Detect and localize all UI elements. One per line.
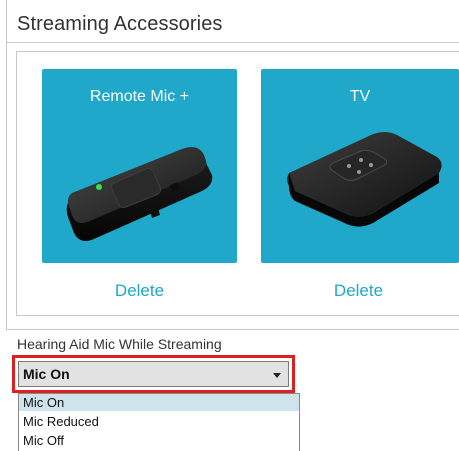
title-divider [6, 42, 459, 43]
remote-mic-device-image [66, 147, 213, 241]
option-mic-on[interactable]: Mic On [19, 394, 299, 411]
mic-setting-dropdown-list: Mic On Mic Reduced Mic Off [18, 393, 300, 451]
option-mic-off[interactable]: Mic Off [19, 432, 299, 449]
mic-setting-label: Hearing Aid Mic While Streaming [17, 336, 222, 352]
chevron-down-icon [273, 373, 281, 378]
delete-remote-mic-link[interactable]: Delete [42, 281, 237, 301]
tv-streamer-device-image [287, 132, 442, 227]
delete-tv-link[interactable]: Delete [261, 281, 456, 301]
page-title: Streaming Accessories [17, 13, 223, 35]
accessory-card-tv[interactable]: TV [261, 69, 459, 263]
selected-value: Mic On [23, 366, 70, 382]
option-mic-reduced[interactable]: Mic Reduced [19, 413, 299, 430]
accessory-card-remote-mic[interactable]: Remote Mic + [42, 69, 237, 263]
mic-setting-select[interactable]: Mic On [18, 361, 289, 387]
